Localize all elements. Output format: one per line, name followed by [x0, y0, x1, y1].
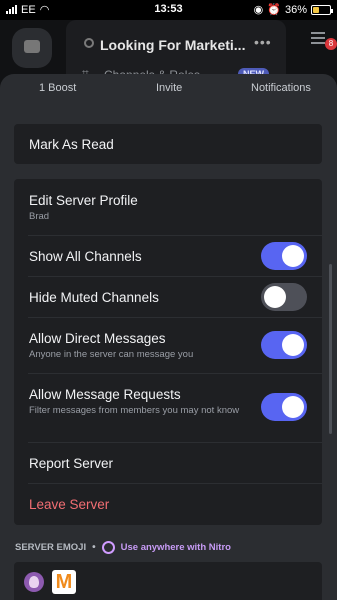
status-right: ◉ ⏰ 36%	[253, 3, 333, 16]
more-icon[interactable]: •••	[254, 34, 272, 50]
notifications-action[interactable]: Notifications	[251, 82, 311, 94]
dm-icon[interactable]	[12, 28, 52, 68]
battery-percent: 36%	[284, 3, 307, 16]
scrollbar[interactable]	[329, 264, 332, 434]
allow-direct-messages-item[interactable]: Allow Direct Messages Anyone in the serv…	[14, 317, 322, 373]
profile-name: Brad	[29, 211, 50, 222]
server-emoji-title: SERVER EMOJI	[15, 542, 87, 553]
battery-icon	[311, 4, 333, 15]
lock-rotation-icon: ◉	[253, 4, 264, 16]
separator-dot: •	[92, 542, 96, 553]
action-bar: 1 Boost Invite Notifications	[0, 74, 337, 108]
hide-muted-channels-label: Hide Muted Channels	[29, 290, 159, 305]
allow-message-requests-desc: Filter messages from members you may not…	[29, 405, 240, 416]
allow-direct-messages-toggle[interactable]	[261, 331, 307, 359]
report-server-label: Report Server	[29, 456, 114, 471]
allow-message-requests-label: Allow Message Requests	[29, 387, 181, 402]
allow-direct-messages-desc: Anyone in the server can message you	[29, 349, 194, 360]
edit-server-profile-label: Edit Server Profile	[29, 193, 138, 208]
mark-read-card: Mark As Read	[14, 124, 322, 164]
server-title[interactable]: Looking For Marketi...	[100, 37, 245, 53]
hide-muted-channels-toggle[interactable]	[261, 283, 307, 311]
server-icon	[84, 38, 94, 48]
server-emoji-header: SERVER EMOJI • Use anywhere with Nitro	[15, 541, 231, 554]
boost-action[interactable]: 1 Boost	[39, 82, 76, 94]
nitro-icon	[101, 541, 115, 554]
battery-fill	[313, 6, 319, 13]
report-server-button[interactable]: Report Server	[14, 442, 322, 483]
hide-muted-channels-item[interactable]: Hide Muted Channels	[14, 276, 322, 317]
alarm-icon: ⏰	[267, 4, 281, 16]
settings-card: Edit Server Profile Brad Show All Channe…	[14, 179, 322, 525]
custom-emoji-m-logo-icon[interactable]: M	[52, 570, 76, 594]
show-all-channels-item[interactable]: Show All Channels	[14, 235, 322, 276]
leave-server-label: Leave Server	[29, 497, 110, 512]
invite-action[interactable]: Invite	[156, 82, 182, 94]
show-all-channels-toggle[interactable]	[261, 242, 307, 270]
emoji-list: M	[14, 562, 322, 600]
allow-message-requests-toggle[interactable]	[261, 393, 307, 421]
server-options-sheet: 1 Boost Invite Notifications Mark As Rea…	[0, 74, 337, 600]
menu-icon[interactable]	[311, 32, 325, 47]
mark-as-read-button[interactable]: Mark As Read	[14, 124, 322, 164]
custom-emoji-character-icon[interactable]	[24, 572, 44, 592]
allow-message-requests-item[interactable]: Allow Message Requests Filter messages f…	[14, 373, 322, 442]
mark-as-read-label: Mark As Read	[29, 137, 114, 152]
allow-direct-messages-label: Allow Direct Messages	[29, 331, 166, 346]
status-bar: EE ◠ 13:53 ◉ ⏰ 36%	[0, 0, 337, 20]
leave-server-button[interactable]: Leave Server	[14, 483, 322, 525]
show-all-channels-label: Show All Channels	[29, 249, 142, 264]
nitro-upsell-link[interactable]: Use anywhere with Nitro	[121, 542, 231, 553]
edit-server-profile-item[interactable]: Edit Server Profile Brad	[14, 179, 322, 235]
notification-count-badge: 8	[325, 38, 337, 50]
